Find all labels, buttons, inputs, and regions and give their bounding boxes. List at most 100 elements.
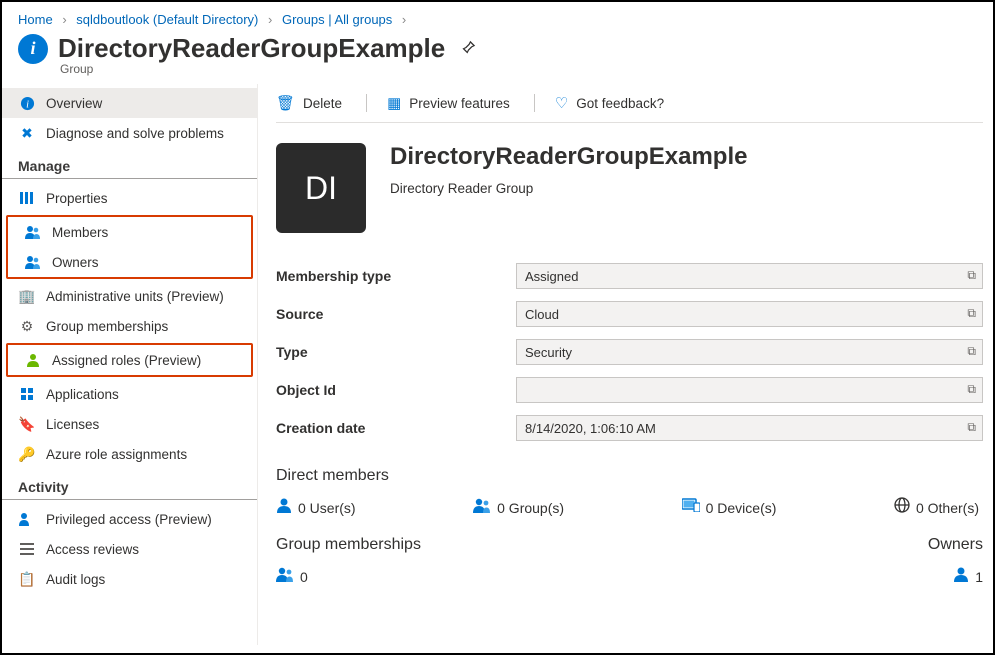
sidebar-item-label: Diagnose and solve problems xyxy=(46,126,224,141)
sidebar-item-label: Applications xyxy=(46,387,119,402)
preview-icon: ▦ xyxy=(387,94,401,112)
toolbar: 🗑 Delete ▦ Preview features ♡ Got feedba… xyxy=(276,90,983,123)
prop-value-source[interactable]: Cloud ⧉ xyxy=(516,301,983,327)
stat-group-memberships[interactable]: 0 xyxy=(276,566,421,587)
copy-icon[interactable]: ⧉ xyxy=(967,268,976,283)
prop-label: Object Id xyxy=(276,382,516,398)
prop-value-creation-date[interactable]: 8/14/2020, 1:06:10 AM ⧉ xyxy=(516,415,983,441)
prop-label: Source xyxy=(276,306,516,322)
prop-text: 8/14/2020, 1:06:10 AM xyxy=(525,421,656,436)
sidebar-item-label: Azure role assignments xyxy=(46,447,187,462)
page-title-row: i DirectoryReaderGroupExample xyxy=(2,31,993,64)
people-icon xyxy=(473,497,491,518)
page-subtitle: Group xyxy=(2,62,993,84)
highlight-box-members-owners: Members Owners xyxy=(6,215,253,279)
trash-icon: 🗑 xyxy=(276,94,295,112)
breadcrumb-sep: › xyxy=(268,12,272,27)
sidebar-item-access-reviews[interactable]: Access reviews xyxy=(2,534,257,564)
key-icon: 🔑 xyxy=(18,446,36,462)
group-description: Directory Reader Group xyxy=(390,181,747,196)
sidebar-item-azure-role[interactable]: 🔑 Azure role assignments xyxy=(2,439,257,469)
gear-icon: ⚙ xyxy=(18,318,36,334)
preview-features-button[interactable]: ▦ Preview features xyxy=(387,94,510,112)
sidebar-item-label: Administrative units (Preview) xyxy=(46,289,224,304)
sidebar-item-licenses[interactable]: 🔖 Licenses xyxy=(2,409,257,439)
group-memberships-heading: Group memberships xyxy=(276,536,421,554)
direct-members-stats: 0 User(s) 0 Group(s) 0 Device(s) 0 Other… xyxy=(276,497,983,518)
sidebar-item-label: Privileged access (Preview) xyxy=(46,512,212,527)
highlight-box-assigned-roles: Assigned roles (Preview) xyxy=(6,343,253,377)
hero-block: DI DirectoryReaderGroupExample Directory… xyxy=(276,143,983,233)
toolbar-sep xyxy=(534,94,535,112)
sidebar-item-label: Properties xyxy=(46,191,108,206)
sidebar-item-label: Assigned roles (Preview) xyxy=(52,353,201,368)
stat-users[interactable]: 0 User(s) xyxy=(276,497,356,518)
info-icon: i xyxy=(18,95,36,111)
stat-owners[interactable]: 1 xyxy=(928,566,983,587)
sidebar-item-label: Access reviews xyxy=(46,542,139,557)
toolbar-sep xyxy=(366,94,367,112)
sidebar-item-owners[interactable]: Owners xyxy=(8,247,251,277)
sidebar-item-label: Members xyxy=(52,225,108,240)
sidebar-section-manage: Manage xyxy=(2,148,257,179)
sidebar-item-privileged-access[interactable]: Privileged access (Preview) xyxy=(2,504,257,534)
sidebar-item-applications[interactable]: Applications xyxy=(2,379,257,409)
sidebar-item-group-memberships[interactable]: ⚙ Group memberships xyxy=(2,311,257,341)
copy-icon[interactable]: ⧉ xyxy=(967,306,976,321)
device-icon xyxy=(682,498,700,517)
tag-icon: 🔖 xyxy=(18,416,36,432)
sidebar-item-audit-logs[interactable]: 📋 Audit logs xyxy=(2,564,257,594)
list-icon xyxy=(18,541,36,557)
sidebar-item-assigned-roles[interactable]: Assigned roles (Preview) xyxy=(8,345,251,375)
group-title: DirectoryReaderGroupExample xyxy=(390,143,747,171)
breadcrumb-home[interactable]: Home xyxy=(18,12,53,27)
prop-row-membership-type: Membership type Assigned ⧉ xyxy=(276,263,983,289)
people-icon xyxy=(24,224,42,240)
sidebar-item-label: Owners xyxy=(52,255,99,270)
breadcrumb-tenant[interactable]: sqldboutlook (Default Directory) xyxy=(76,12,258,27)
pin-icon[interactable] xyxy=(461,40,476,58)
stat-label: 0 xyxy=(300,569,308,585)
prop-value-type[interactable]: Security ⧉ xyxy=(516,339,983,365)
sidebar-item-overview[interactable]: i Overview xyxy=(2,88,257,118)
sidebar-item-label: Audit logs xyxy=(46,572,105,587)
properties-icon xyxy=(18,190,36,206)
prop-text: Security xyxy=(525,345,572,360)
breadcrumb-groups[interactable]: Groups | All groups xyxy=(282,12,392,27)
prop-row-type: Type Security ⧉ xyxy=(276,339,983,365)
sidebar-item-properties[interactable]: Properties xyxy=(2,183,257,213)
wrench-icon: ✖ xyxy=(18,125,36,141)
copy-icon[interactable]: ⧉ xyxy=(967,344,976,359)
prop-value-object-id[interactable]: ⧉ xyxy=(516,377,983,403)
person-icon xyxy=(953,566,969,587)
copy-icon[interactable]: ⧉ xyxy=(967,420,976,435)
sidebar-item-label: Overview xyxy=(46,96,102,111)
toolbar-label: Got feedback? xyxy=(576,96,664,111)
sidebar-item-admin-units[interactable]: 🏢 Administrative units (Preview) xyxy=(2,281,257,311)
prop-value-membership-type[interactable]: Assigned ⧉ xyxy=(516,263,983,289)
stat-label: 0 Other(s) xyxy=(916,500,979,516)
sidebar-item-label: Licenses xyxy=(46,417,99,432)
main-content: 🗑 Delete ▦ Preview features ♡ Got feedba… xyxy=(258,84,993,645)
info-icon: i xyxy=(18,34,48,64)
stat-label: 1 xyxy=(975,569,983,585)
heart-icon: ♡ xyxy=(555,94,568,112)
prop-text: Assigned xyxy=(525,269,578,284)
stat-others[interactable]: 0 Other(s) xyxy=(894,497,979,518)
breadcrumb-sep: › xyxy=(402,12,406,27)
delete-button[interactable]: 🗑 Delete xyxy=(276,94,342,112)
globe-icon xyxy=(894,497,910,518)
stat-groups[interactable]: 0 Group(s) xyxy=(473,497,564,518)
page-title: DirectoryReaderGroupExample xyxy=(58,33,445,64)
feedback-button[interactable]: ♡ Got feedback? xyxy=(555,94,664,112)
prop-label: Type xyxy=(276,344,516,360)
breadcrumb-sep: › xyxy=(62,12,66,27)
person-icon xyxy=(276,497,292,518)
stat-devices[interactable]: 0 Device(s) xyxy=(682,498,777,517)
stat-label: 0 User(s) xyxy=(298,500,356,516)
sidebar-item-diagnose[interactable]: ✖ Diagnose and solve problems xyxy=(2,118,257,148)
stat-label: 0 Group(s) xyxy=(497,500,564,516)
sidebar: « i Overview ✖ Diagnose and solve proble… xyxy=(2,84,258,645)
copy-icon[interactable]: ⧉ xyxy=(967,382,976,397)
sidebar-item-members[interactable]: Members xyxy=(8,217,251,247)
